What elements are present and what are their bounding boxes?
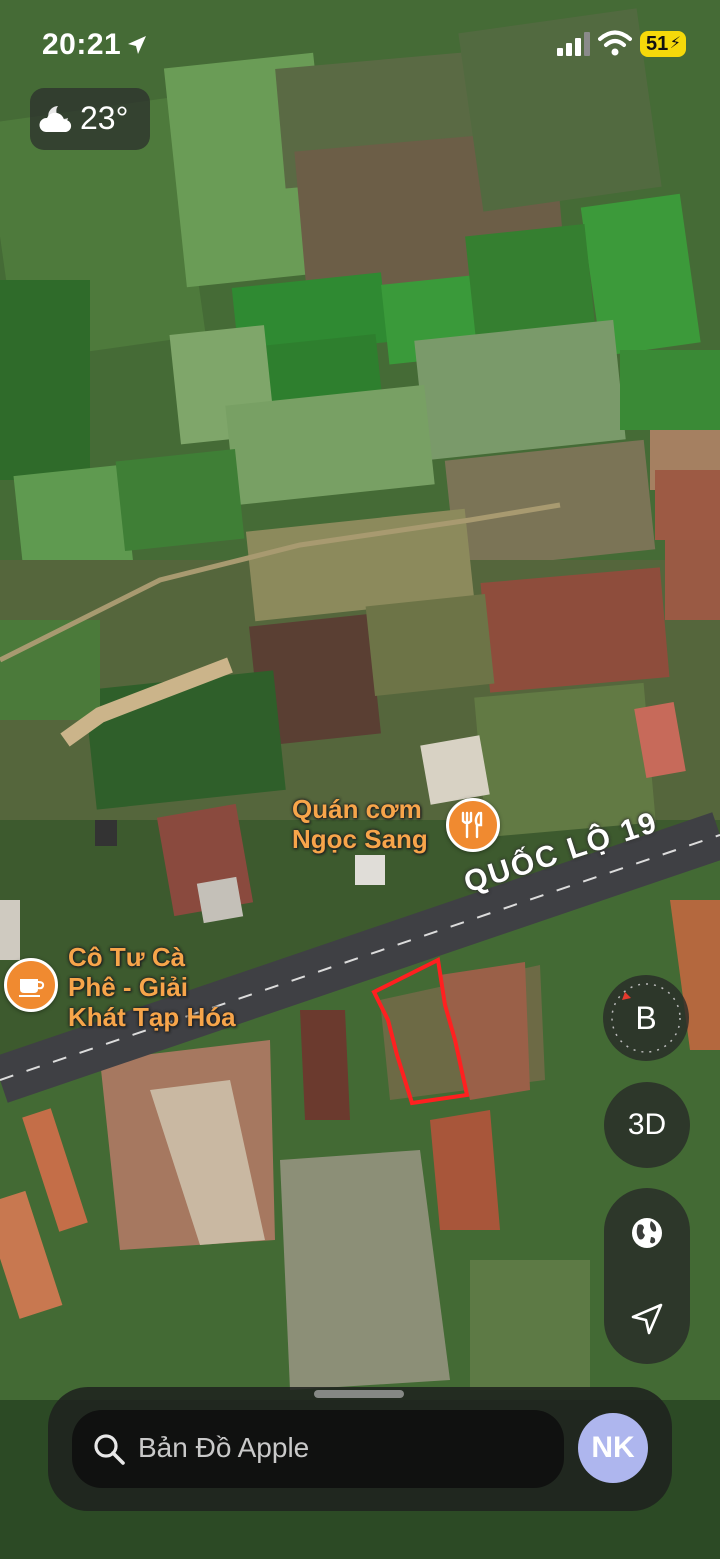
poi-label-line: Quán cơm — [292, 794, 422, 824]
restaurant-icon — [461, 811, 483, 839]
sheet-grabber[interactable] — [314, 1390, 404, 1398]
map-controls-stack — [604, 1188, 690, 1364]
poi-label-cafe[interactable]: Cô Tư Cà Phê - Giải Khát Tạp Hóa — [68, 942, 236, 1032]
poi-label-line: Phê - Giải — [68, 972, 188, 1002]
poi-label-restaurant[interactable]: Quán cơm Ngọc Sang — [292, 794, 428, 854]
current-location-icon[interactable] — [629, 1301, 665, 1337]
globe-icon[interactable] — [629, 1215, 665, 1251]
charging-bolt-icon: ⚡ — [669, 35, 681, 52]
poi-label-line: Khát Tạp Hóa — [68, 1002, 236, 1032]
location-arrow-icon — [128, 36, 146, 54]
3d-toggle-button[interactable]: 3D — [604, 1082, 690, 1168]
search-input[interactable]: Bản Đồ Apple — [72, 1410, 564, 1488]
status-bar: 20:21 51 ⚡ — [0, 0, 720, 90]
compass-letter: B — [635, 1000, 657, 1036]
avatar[interactable]: NK — [578, 1413, 648, 1483]
weather-widget[interactable]: 23° — [30, 88, 150, 150]
wifi-icon — [598, 30, 632, 56]
search-icon — [94, 1434, 125, 1465]
battery-level: 51 — [646, 33, 669, 55]
cafe-icon — [19, 979, 45, 997]
weather-temperature: 23° — [80, 100, 129, 136]
cellular-signal-icon — [557, 32, 590, 56]
battery-indicator: 51 ⚡ — [640, 31, 686, 57]
poi-pin-restaurant[interactable] — [446, 798, 500, 852]
search-placeholder: Bản Đồ Apple — [138, 1432, 310, 1463]
status-time: 20:21 — [42, 28, 122, 61]
poi-pin-cafe[interactable] — [4, 958, 58, 1012]
partly-cloudy-night-icon — [39, 106, 72, 132]
compass-button[interactable]: B — [603, 975, 689, 1061]
poi-label-line: Ngọc Sang — [292, 824, 428, 854]
poi-label-line: Cô Tư Cà — [68, 942, 186, 972]
